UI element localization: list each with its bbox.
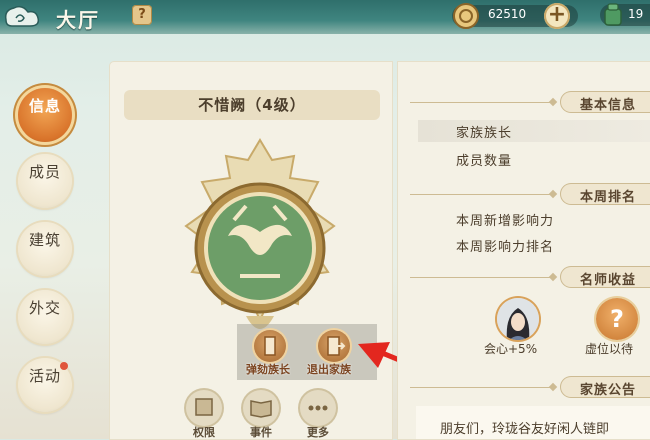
section-divider xyxy=(410,277,552,278)
coin-amount: 62510 xyxy=(488,7,527,21)
announcement-text: 朋友们，玲珑谷友好闲人链即 xyxy=(440,422,610,437)
book-icon xyxy=(250,400,272,418)
add-coins-button[interactable]: + xyxy=(544,3,570,29)
section-divider xyxy=(410,102,552,103)
section-header-weekly-rank: 本周排名 xyxy=(560,183,650,205)
mentor-bonus: 会心+5% xyxy=(484,342,538,356)
section-divider xyxy=(410,387,552,388)
more-button[interactable] xyxy=(300,390,336,426)
permissions-button[interactable] xyxy=(186,390,222,426)
tab-info-label: 信息 xyxy=(28,97,61,115)
section-title: 本周排名 xyxy=(580,190,637,205)
section-title: 家族公告 xyxy=(580,383,637,398)
more-dots-icon xyxy=(308,405,328,411)
tab-diplomacy[interactable]: 外交 xyxy=(18,290,72,344)
section-title: 名师收益 xyxy=(580,273,637,288)
page-title: 大厅 xyxy=(56,8,100,32)
tab-buildings[interactable]: 建筑 xyxy=(18,222,72,276)
section-header-basic-info: 基本信息 xyxy=(560,91,650,113)
vacant-mentor-slot[interactable]: ? xyxy=(596,298,638,340)
vacant-slot-label: 虚位以待 xyxy=(585,342,634,356)
help-button[interactable]: ? xyxy=(132,5,152,25)
mentor-avatar[interactable] xyxy=(497,298,539,340)
impeach-leader-button[interactable] xyxy=(254,330,286,362)
jade-pouch-icon xyxy=(604,3,622,26)
impeach-leader-label: 弹劾族长 xyxy=(246,363,290,376)
family-emblem-icon xyxy=(184,138,336,329)
info-label: 本周影响力排名 xyxy=(456,240,555,255)
info-label: 家族族长 xyxy=(456,126,513,141)
section-header-mentor: 名师收益 xyxy=(560,266,650,288)
info-row-influence-rank: 本周影响力排名 xyxy=(418,234,650,256)
coin-icon xyxy=(453,3,479,29)
tab-diplomacy-label: 外交 xyxy=(28,299,61,317)
permissions-label: 权限 xyxy=(193,426,215,439)
scroll-icon xyxy=(264,336,276,356)
info-row-new-influence: 本周新增影响力 xyxy=(418,208,650,230)
cloud-emblem-icon xyxy=(4,5,40,27)
info-row-leader: 家族族长 xyxy=(418,120,650,142)
events-button[interactable] xyxy=(243,390,279,426)
tab-members-label: 成员 xyxy=(28,163,61,181)
stamina-amount: 19 xyxy=(628,7,644,21)
document-icon xyxy=(195,398,213,416)
section-divider xyxy=(410,194,552,195)
tab-info[interactable]: 信息 xyxy=(18,88,72,142)
info-label: 成员数量 xyxy=(456,154,513,169)
tab-members[interactable]: 成员 xyxy=(18,154,72,208)
info-row-members: 成员数量 xyxy=(418,148,650,170)
notification-dot xyxy=(60,362,68,370)
more-label: 更多 xyxy=(307,426,329,439)
family-name: 不惜阙（4级） xyxy=(198,96,306,114)
events-label: 事件 xyxy=(250,426,272,439)
section-header-announcement: 家族公告 xyxy=(560,376,650,398)
character-portrait-icon xyxy=(497,298,539,340)
section-title: 基本信息 xyxy=(580,98,637,113)
info-label: 本周新增影响力 xyxy=(456,214,555,229)
tab-buildings-label: 建筑 xyxy=(28,231,61,249)
